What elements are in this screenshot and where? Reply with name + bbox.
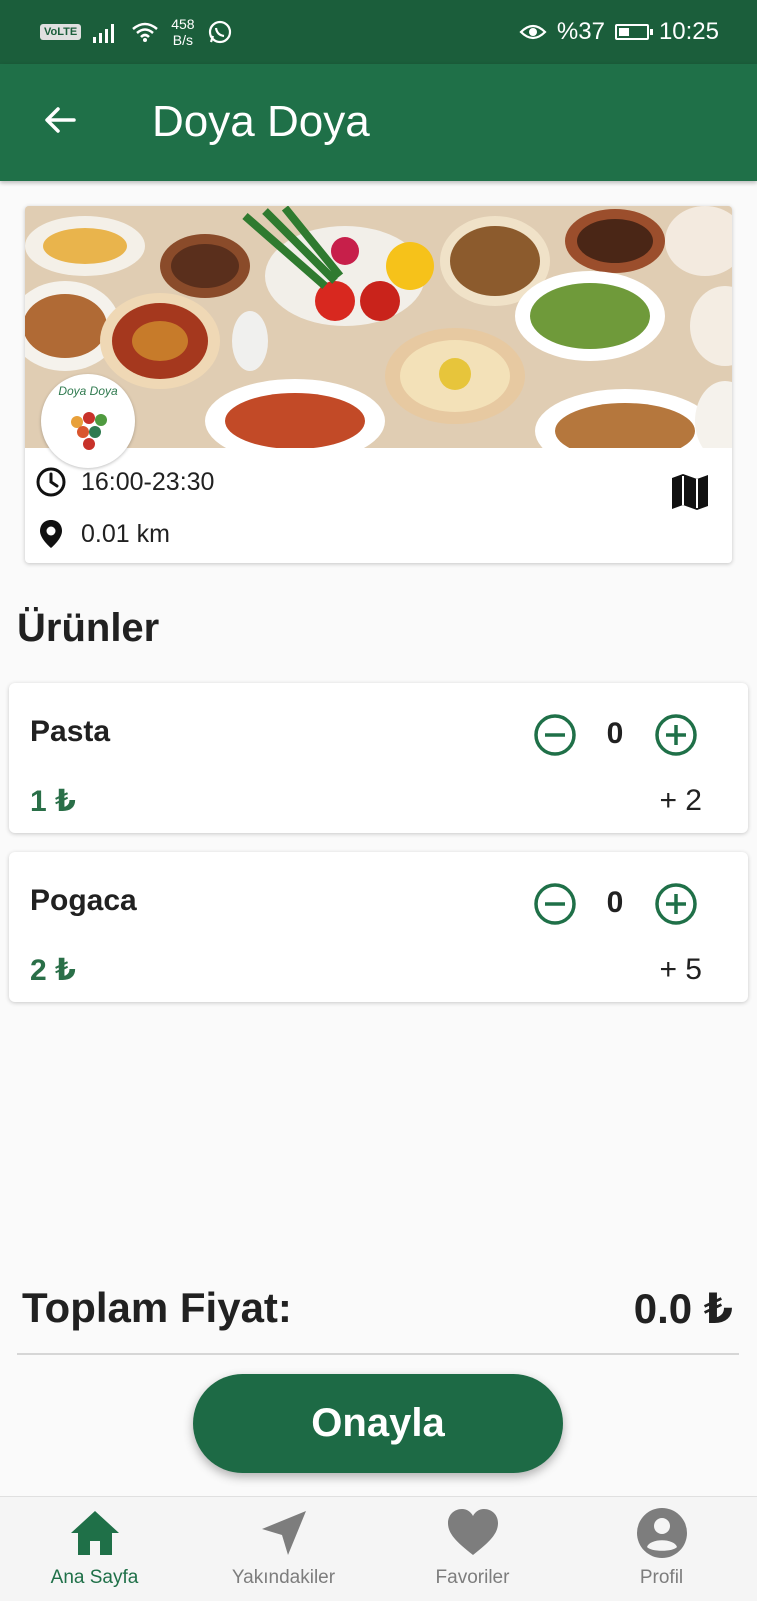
status-bar: VoLTE 458 B/s %37 10:25: [0, 0, 757, 64]
increase-quantity-button[interactable]: [654, 713, 698, 757]
increase-quantity-button[interactable]: [654, 882, 698, 926]
product-name: Pogaca: [30, 884, 137, 917]
heart-icon: [448, 1509, 498, 1555]
total-price-value: 0.0 ₺: [633, 1285, 733, 1332]
nav-item-yakindakiler[interactable]: Yakındakiler: [189, 1497, 378, 1601]
back-arrow-icon[interactable]: [38, 98, 82, 142]
net-speed: 458 B/s: [171, 16, 194, 48]
clock-icon: [36, 467, 66, 497]
product-quantity: 0: [606, 717, 624, 750]
product-price: 2 ₺: [30, 954, 76, 987]
nav-label: Favoriler: [435, 1567, 510, 1588]
status-left: VoLTE 458 B/s: [40, 0, 233, 64]
whatsapp-icon: [208, 20, 231, 44]
divider: [17, 1353, 739, 1355]
product-price: 1 ₺: [30, 785, 76, 818]
opening-hours: 16:00-23:30: [81, 467, 215, 496]
nav-item-ana-sayfa[interactable]: Ana Sayfa: [0, 1497, 189, 1601]
navigation-arrow-icon: [262, 1511, 306, 1555]
battery-fill: [618, 28, 629, 36]
map-icon[interactable]: [670, 472, 710, 512]
location-pin-icon: [40, 520, 62, 548]
nav-label: Yakındakiler: [231, 1567, 336, 1588]
hours-row: 16:00-23:30: [35, 466, 214, 498]
net-speed-unit: B/s: [172, 32, 193, 48]
product-extra: + 2: [659, 784, 702, 817]
nav-item-favoriler[interactable]: Favoriler: [378, 1497, 567, 1601]
battery-percent: %37: [556, 18, 605, 45]
status-right: %37 10:25: [519, 0, 719, 64]
profile-icon: [637, 1508, 687, 1558]
products-section-title: Ürünler: [17, 606, 160, 650]
nav-item-profil[interactable]: Profil: [567, 1497, 756, 1601]
restaurant-logo: Doya Doya: [41, 374, 135, 468]
nav-label: Ana Sayfa: [50, 1567, 139, 1588]
net-speed-value: 458: [171, 16, 195, 32]
product-card-pogaca: Pogaca 0 2 ₺ + 5: [9, 852, 748, 1002]
product-quantity: 0: [606, 886, 624, 919]
clock: 10:25: [658, 18, 719, 45]
signal-icon: [93, 24, 115, 43]
decrease-quantity-button[interactable]: [533, 713, 577, 757]
restaurant-card[interactable]: Doya Doya 16:00-23:30 0.01 km: [25, 206, 732, 563]
app-bar: Doya Doya: [0, 64, 757, 181]
battery-icon: [614, 24, 653, 40]
page-title: Doya Doya: [152, 97, 370, 146]
logo-emblem: [71, 412, 107, 450]
distance-row: 0.01 km: [35, 518, 170, 550]
eye-icon: [519, 24, 547, 40]
product-card-pasta: Pasta 0 1 ₺ + 2: [9, 683, 748, 833]
nav-label: Profil: [639, 1567, 684, 1588]
volte-badge: VoLTE: [40, 24, 82, 40]
confirm-button[interactable]: Onayla: [193, 1374, 563, 1473]
wifi-icon: [132, 22, 159, 42]
product-extra: + 5: [659, 953, 702, 986]
decrease-quantity-button[interactable]: [533, 882, 577, 926]
total-price-label: Toplam Fiyat:: [22, 1284, 292, 1331]
home-icon: [71, 1511, 119, 1555]
product-name: Pasta: [30, 715, 111, 748]
distance: 0.01 km: [81, 519, 170, 548]
bottom-navigation: Ana Sayfa Yakındakiler Favoriler Profil: [0, 1496, 757, 1601]
